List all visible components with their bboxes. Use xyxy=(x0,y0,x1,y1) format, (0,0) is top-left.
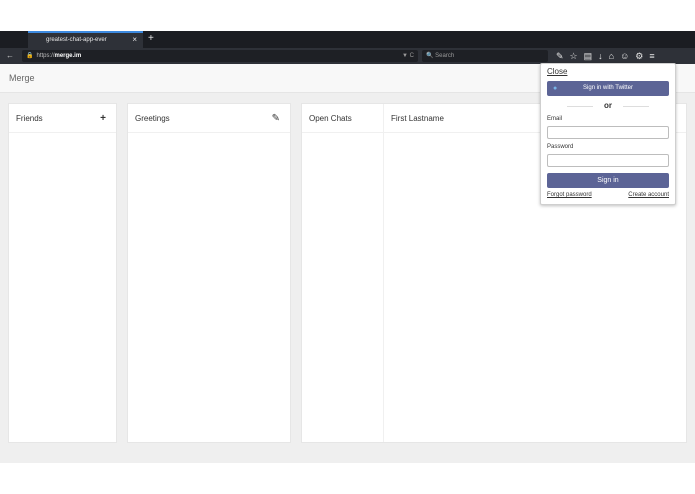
url-controls[interactable]: ▼ C xyxy=(402,50,414,62)
add-friend-icon[interactable]: + xyxy=(100,104,106,133)
or-line-left xyxy=(567,106,593,107)
friends-panel: Friends + xyxy=(8,103,117,443)
or-separator: or xyxy=(547,101,669,110)
friends-header: Friends + xyxy=(9,104,116,133)
menu-icon[interactable]: ≡ xyxy=(649,48,654,64)
tab-close-icon[interactable]: × xyxy=(132,33,137,47)
url-bar[interactable]: 🔒 https://merge.im ▼ C xyxy=(22,50,418,62)
browser-nav-bar: ← 🔒 https://merge.im ▼ C 🔍 Search ✎ ☆ ▤ ↓… xyxy=(0,48,695,64)
twitter-button-label: Sign in with Twitter xyxy=(583,85,633,91)
home-icon[interactable]: ⌂ xyxy=(609,48,614,64)
browser-tab-strip: greatest-chat-app-ever × + xyxy=(0,31,695,48)
signin-popup: Close ● Sign in with Twitter or Email Pa… xyxy=(540,63,676,205)
new-tab-button[interactable]: + xyxy=(148,31,154,46)
brand-logo[interactable]: Merge xyxy=(9,64,35,93)
create-account-link[interactable]: Create account xyxy=(628,192,669,198)
browser-search-input[interactable]: 🔍 Search xyxy=(422,50,548,62)
or-label: or xyxy=(604,101,612,110)
twitter-icon: ● xyxy=(553,85,558,92)
chat-divider xyxy=(383,104,384,442)
email-field[interactable] xyxy=(547,126,669,139)
friends-title: Friends xyxy=(16,114,43,123)
forgot-password-link[interactable]: Forgot password xyxy=(547,192,592,198)
extension-icon[interactable]: ⚙ xyxy=(635,48,643,64)
close-link[interactable]: Close xyxy=(547,67,567,76)
browser-tab[interactable]: greatest-chat-app-ever × xyxy=(28,31,143,48)
or-line-right xyxy=(623,106,649,107)
lock-icon: 🔒 xyxy=(26,53,34,59)
search-placeholder: Search xyxy=(435,53,455,59)
star-icon[interactable]: ☆ xyxy=(570,48,578,64)
reading-list-icon[interactable]: ▤ xyxy=(584,48,593,64)
greetings-panel: Greetings ✎ xyxy=(127,103,291,443)
wrench-icon[interactable]: ✎ xyxy=(556,48,564,64)
url-domain: merge.im xyxy=(54,53,82,59)
back-arrow-icon[interactable]: ← xyxy=(6,48,14,64)
search-icon: 🔍 xyxy=(426,53,434,59)
browser-toolbar: ✎ ☆ ▤ ↓ ⌂ ☺ ⚙ ≡ xyxy=(556,48,655,64)
open-chats-title: Open Chats xyxy=(309,114,352,123)
chat-contact-name[interactable]: First Lastname xyxy=(391,104,444,133)
signin-button[interactable]: Sign in xyxy=(547,173,669,188)
twitter-signin-button[interactable]: ● Sign in with Twitter xyxy=(547,81,669,96)
password-field[interactable] xyxy=(547,154,669,167)
greetings-title: Greetings xyxy=(135,114,170,123)
password-label: Password xyxy=(547,144,574,150)
greetings-header: Greetings ✎ xyxy=(128,104,290,133)
download-icon[interactable]: ↓ xyxy=(598,48,603,64)
smiley-icon[interactable]: ☺ xyxy=(620,48,629,64)
tab-title: greatest-chat-app-ever xyxy=(46,37,107,43)
email-label: Email xyxy=(547,116,563,122)
url-prefix: https:// xyxy=(36,53,55,59)
edit-icon[interactable]: ✎ xyxy=(272,104,280,133)
